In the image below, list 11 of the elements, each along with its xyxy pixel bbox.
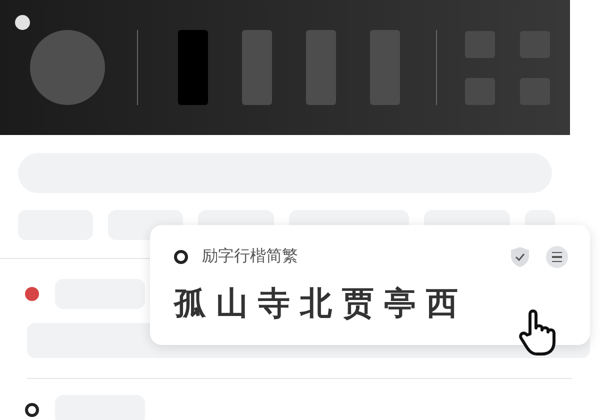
toolbar-tile[interactable] — [306, 30, 336, 105]
toolbar-tile[interactable] — [242, 30, 272, 105]
font-preview-dialog[interactable]: 励字行楷简繁 孤山寺北贾亭西 — [150, 225, 590, 345]
font-sample: 孤山寺北贾亭西 — [174, 283, 468, 324]
grid-tile[interactable] — [465, 78, 495, 104]
toolbar-tile[interactable] — [370, 30, 400, 105]
shield-check-icon — [510, 246, 530, 268]
font-name: 励字行楷简繁 — [202, 246, 298, 267]
menu-button[interactable] — [546, 246, 568, 268]
toolbar-tile[interactable] — [178, 30, 208, 105]
grid-tile[interactable] — [465, 30, 495, 58]
